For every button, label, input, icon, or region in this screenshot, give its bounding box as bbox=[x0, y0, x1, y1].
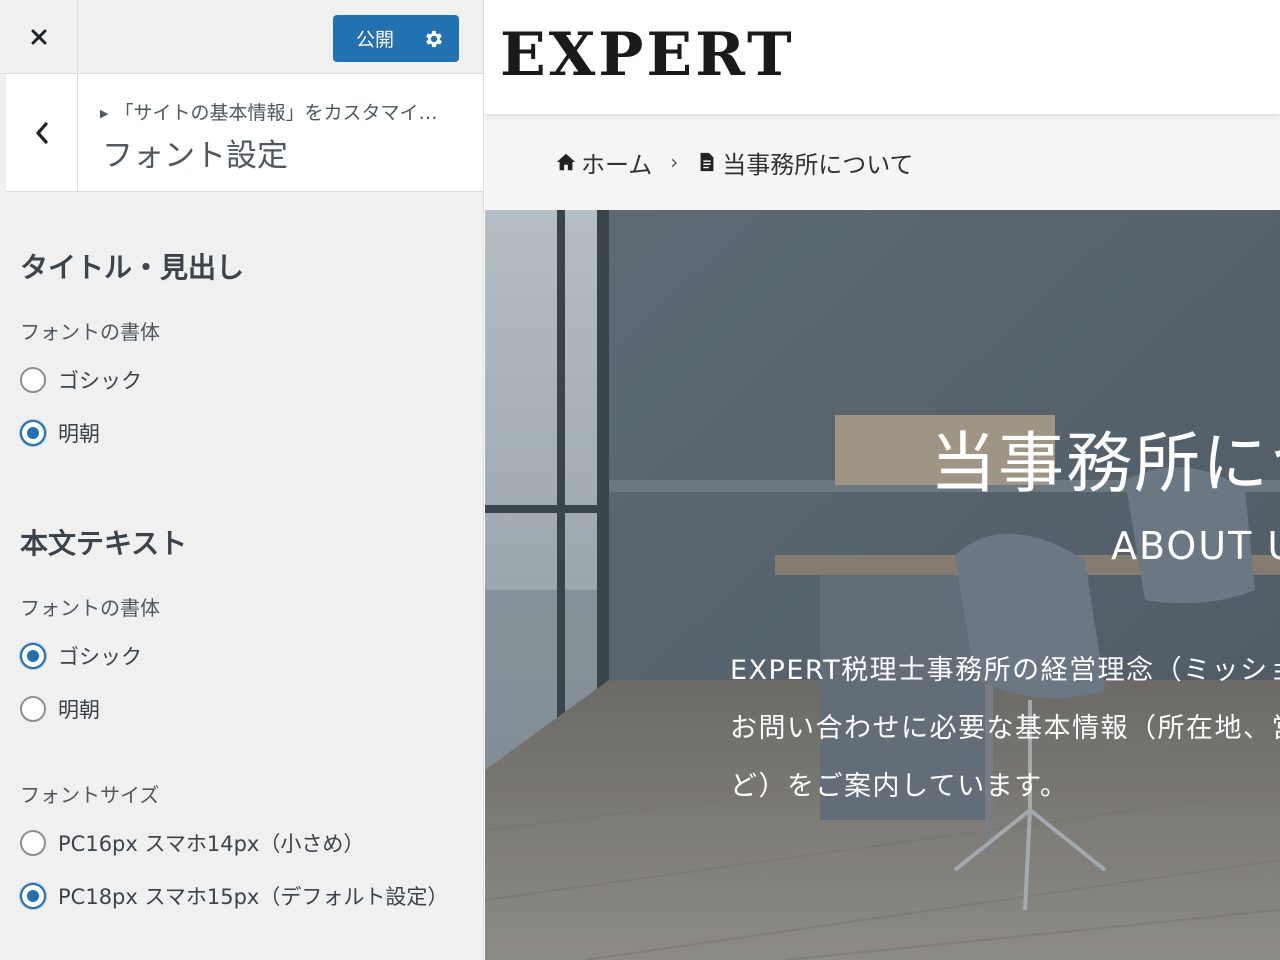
chevron-left-icon bbox=[35, 122, 48, 144]
publish-settings-button[interactable] bbox=[409, 15, 459, 62]
section-breadcrumb-text: 「サイトの基本情報」をカスタマイ… bbox=[114, 102, 438, 124]
radio-button[interactable] bbox=[20, 696, 46, 722]
site-header: EXPERT bbox=[485, 0, 1280, 114]
document-icon bbox=[700, 152, 714, 172]
close-icon bbox=[31, 29, 46, 45]
customizer-sidebar: 公開 ▶ 「サイトの基本情報」をカスタマイ… フォント設定 タイトル・見出し フォ… bbox=[0, 0, 484, 960]
radio-label: 明朝 bbox=[58, 422, 100, 446]
breadcrumb-current: 当事務所について bbox=[696, 145, 914, 180]
body-text-group-title: 本文テキスト bbox=[20, 527, 188, 560]
hero-description: EXPERT税理士事務所の経営理念（ミッション）と、お問い合わせに必要な基本情報… bbox=[730, 655, 1280, 802]
breadcrumb-current-label: 当事務所について bbox=[722, 150, 914, 179]
radio-button-checked[interactable] bbox=[20, 883, 46, 909]
section-breadcrumb: ▶ 「サイトの基本情報」をカスタマイ… bbox=[100, 98, 470, 125]
hero-overlay bbox=[485, 210, 1280, 960]
headings-group-title: タイトル・見出し bbox=[20, 251, 245, 284]
breadcrumb-separator: › bbox=[670, 150, 679, 174]
headings-font-label: フォントの書体 bbox=[20, 320, 160, 344]
headings-font-gothic-option[interactable]: ゴシック bbox=[20, 365, 142, 395]
headings-font-mincho-option[interactable]: 明朝 bbox=[20, 418, 100, 448]
body-font-label: フォントの書体 bbox=[20, 596, 160, 620]
radio-label: 明朝 bbox=[58, 698, 100, 722]
radio-button[interactable] bbox=[20, 367, 46, 393]
hero-title: 当事務所について bbox=[930, 425, 1280, 502]
triangle-icon: ▶ bbox=[100, 107, 109, 120]
section-header: ▶ 「サイトの基本情報」をカスタマイ… フォント設定 bbox=[0, 74, 483, 192]
hero-subtitle: ABOUT US bbox=[1111, 524, 1280, 568]
radio-button[interactable] bbox=[20, 830, 46, 856]
home-icon bbox=[556, 153, 576, 171]
publish-button[interactable]: 公開 bbox=[333, 15, 409, 62]
body-font-gothic-option[interactable]: ゴシック bbox=[20, 641, 142, 671]
radio-label: ゴシック bbox=[58, 369, 142, 393]
section-title: フォント設定 bbox=[102, 138, 288, 174]
radio-button-checked[interactable] bbox=[20, 643, 46, 669]
gear-icon bbox=[426, 30, 442, 47]
close-button[interactable] bbox=[0, 0, 78, 74]
radio-label: PC18px スマホ15px（デフォルト設定） bbox=[58, 885, 449, 909]
breadcrumb-home-label: ホーム bbox=[581, 150, 653, 179]
breadcrumb-home[interactable]: ホーム bbox=[555, 145, 652, 180]
radio-button-checked[interactable] bbox=[20, 420, 46, 446]
site-logo[interactable]: EXPERT bbox=[500, 20, 795, 90]
body-font-mincho-option[interactable]: 明朝 bbox=[20, 694, 100, 724]
back-button[interactable] bbox=[6, 74, 78, 192]
site-preview: EXPERT ホーム › 当事務所について 当事務所に ABOUT EXPERT… bbox=[485, 0, 1280, 960]
radio-label: PC16px スマホ14px（小さめ） bbox=[58, 832, 365, 856]
radio-label: ゴシック bbox=[58, 645, 142, 669]
hero-section: 当事務所について ABOUT US EXPERT税理士事務所の経営理念（ミッショ… bbox=[485, 210, 1280, 960]
publish-group: 公開 bbox=[333, 15, 459, 62]
font-size-label: フォントサイズ bbox=[20, 783, 160, 807]
breadcrumb: ホーム › 当事務所について bbox=[485, 114, 1280, 210]
customizer-topbar: 公開 bbox=[0, 0, 483, 74]
font-size-default-option[interactable]: PC18px スマホ15px（デフォルト設定） bbox=[20, 881, 448, 911]
font-size-small-option[interactable]: PC16px スマホ14px（小さめ） bbox=[20, 828, 364, 858]
